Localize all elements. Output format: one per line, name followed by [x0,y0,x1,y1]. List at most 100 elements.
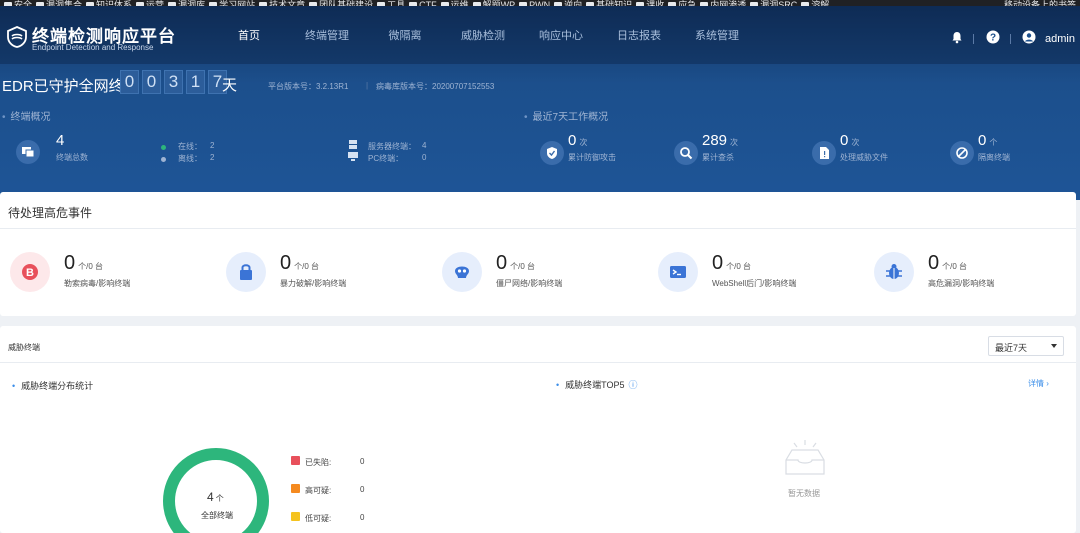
work-stat-number: 289 次 [702,132,738,149]
nav-item[interactable]: 日志报表 [600,6,678,64]
risk-icon-badge [874,252,914,292]
nav-separator [1010,34,1011,44]
risk-icon-badge [226,252,266,292]
work-stat-value: 0 [568,132,577,149]
help-icon[interactable]: ? [986,30,1000,44]
legend-label: 高可疑: [305,486,332,495]
donut-total: 4个 [207,490,224,504]
work-stat-unit: 次 [730,138,739,147]
legend-label: 低可疑: [305,514,332,523]
username[interactable]: admin [1045,33,1075,45]
card-divider [0,228,1076,229]
online-count: 2 [210,141,215,150]
nav-item[interactable]: 终端管理 [288,6,366,64]
scan-icon [680,147,693,160]
threat-top5-label: 威胁终端TOP5 [565,380,625,390]
brand-subtitle: Endpoint Detection and Response [32,43,154,52]
pc-terminal-count: 0 [422,153,427,162]
bell-icon[interactable] [950,30,964,44]
risk-count-unit: 个/0 台 [78,262,104,271]
lock-icon [240,264,252,280]
work-stat-value: 0 [978,132,987,149]
legend-swatch [291,484,300,493]
svg-text:B: B [26,267,34,279]
legend-swatch [291,512,300,521]
risk-icon-badge [658,252,698,292]
risk-event-count[interactable]: 0 个/0 台 [712,252,751,275]
terminal-total-count: 4 [56,132,65,149]
work-stat-number: 0次 [568,132,587,149]
legend-value: 0 [360,457,365,466]
nav-item[interactable]: 微隔离 [366,6,444,64]
pc-icon [348,152,358,161]
work-stat-icon-badge [950,141,974,165]
offline-dot [161,157,166,162]
nav-item[interactable]: 系统管理 [678,6,756,64]
terminal-total-label: 终端总数 [56,153,88,162]
risk-event-label: 高危漏洞/影响终端 [928,279,995,288]
risk-count-unit: 个/0 台 [726,262,752,271]
file-alert-icon [820,147,829,159]
risk-icon-badge [442,252,482,292]
work-stat-value: 0 [840,132,849,149]
risk-event-count[interactable]: 0 个/0 台 [64,252,103,275]
protect-day-digit: 3 [164,70,183,94]
details-link[interactable]: 详情 › [1028,378,1049,389]
empty-state-text: 暂无数据 [788,489,820,498]
legend-label: 已失陷: [305,458,332,467]
version-separator: | [366,81,369,90]
protect-day-digit: 0 [142,70,161,94]
risk-event-count[interactable]: 0 个/0 台 [928,252,967,275]
server-terminal-count: 4 [422,141,427,150]
time-range-value: 最近7天 [995,343,1028,353]
bitcoin-icon: B [22,264,38,280]
donut-total-unit: 个 [215,494,224,503]
work-stat-label: 隔离终端 [978,153,1010,162]
work-stat-label: 累计查杀 [702,153,734,162]
computer-icon [22,147,35,158]
donut-label: 全部终端 [201,511,233,520]
terminal-total-icon [16,140,40,164]
online-dot [161,145,166,150]
logo-icon [7,26,27,48]
virus-db-version: 病毒库版本号：20200707152553 [376,82,495,91]
pending-events-title: 待处理高危事件 [8,206,93,220]
online-label: 在线： [178,142,202,151]
bug-icon [886,264,902,279]
shield-check-icon [547,147,557,159]
work-overview-title: 最近7天工作概况 [524,108,609,123]
terminal-overview-title: 终端概况 [2,108,51,123]
work-stat-unit: 次 [579,138,588,147]
legend-value: 0 [360,513,365,522]
nav-item[interactable]: 威胁检测 [444,6,522,64]
work-stat-icon-badge [812,141,836,165]
info-icon[interactable]: ⓘ [629,380,638,390]
threat-terminals-card: 威胁终端 威胁终端分布统计 威胁终端TOP5 ⓘ 详情 › 4个 全部终端 已失陷… [0,326,1076,533]
nav-item[interactable]: 首页 [210,6,288,64]
pending-events-card: 待处理高危事件 B 0 个/0 台勒索病毒/影响终端 0 个/0 台暴力破解/影响终端 0… [0,192,1076,316]
time-range-select[interactable]: 最近7天 [988,336,1064,356]
work-stat-number: 0次 [840,132,859,149]
risk-event-count[interactable]: 0 个/0 台 [280,252,319,275]
server-terminal-label: 服务器终端： [368,142,416,151]
isolate-icon [956,147,968,159]
nav-item[interactable]: 响应中心 [522,6,600,64]
legend-value: 0 [360,485,365,494]
risk-count-value: 0 [496,252,508,274]
protect-days-counter: 00317 [120,70,227,94]
offline-count: 2 [210,153,215,162]
risk-count-value: 0 [64,252,76,274]
card-divider [0,362,1076,363]
risk-event-count[interactable]: 0 个/0 台 [496,252,535,275]
risk-count-value: 0 [712,252,724,274]
threat-top5-title: 威胁终端TOP5 ⓘ [556,378,638,391]
risk-event-label: 僵尸网络/影响终端 [496,279,563,288]
user-icon[interactable] [1022,30,1036,44]
risk-event-label: 勒索病毒/影响终端 [64,279,131,288]
threat-terminals-title: 威胁终端 [8,343,40,352]
server-icon [349,140,357,149]
work-stat-value: 289 [702,132,728,149]
risk-count-unit: 个/0 台 [942,262,968,271]
offline-label: 离线： [178,154,202,163]
risk-count-unit: 个/0 台 [294,262,320,271]
